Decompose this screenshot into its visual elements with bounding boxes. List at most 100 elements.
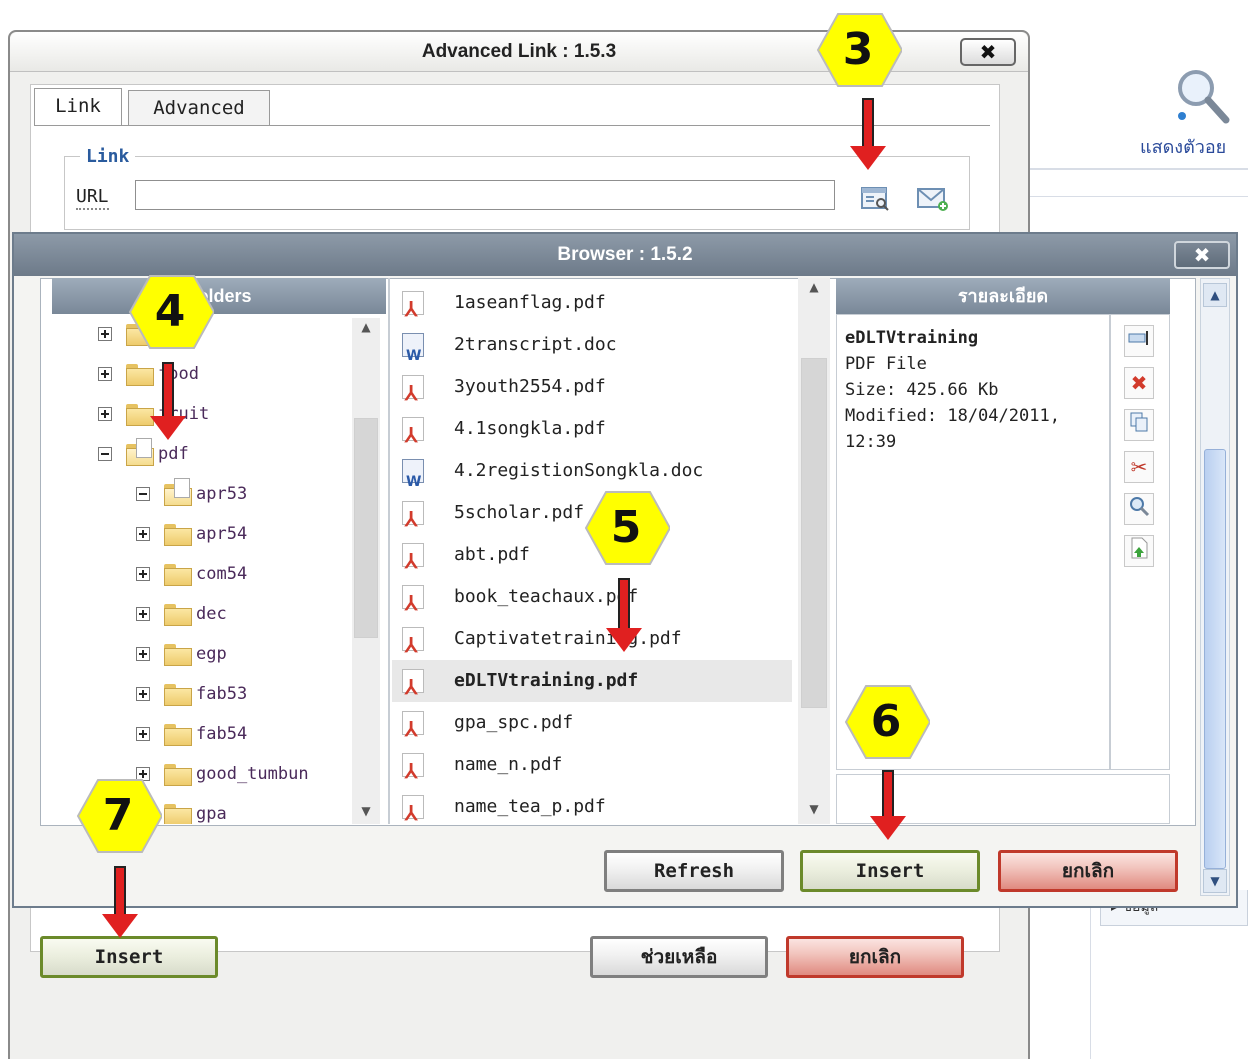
detail-file-type: PDF File	[845, 354, 927, 374]
file-row[interactable]: book_teachaux.pdf	[392, 576, 792, 624]
callout-4: 4	[126, 272, 216, 356]
scroll-thumb[interactable]	[354, 418, 378, 638]
folder-icon	[126, 364, 154, 386]
pdf-file-icon	[402, 582, 424, 624]
callout-label: 4	[154, 286, 186, 337]
tree-folder[interactable]: food	[52, 354, 348, 394]
browse-server-icon[interactable]	[860, 186, 890, 212]
expand-icon[interactable]	[136, 727, 150, 741]
expand-icon[interactable]	[98, 327, 112, 341]
scroll-thumb[interactable]	[801, 358, 827, 708]
word-file-icon	[402, 459, 424, 503]
scroll-up-arrow[interactable]: ▲	[352, 320, 380, 334]
file-row[interactable]: name_n.pdf	[392, 744, 792, 792]
pdf-file-icon	[402, 498, 424, 540]
callout-label: 5	[610, 502, 642, 553]
folder-icon	[164, 644, 192, 666]
browser-title[interactable]: Browser : 1.5.2	[14, 234, 1236, 276]
file-name: 4.2registionSongkla.doc	[454, 460, 704, 481]
browser-insert-button[interactable]: Insert	[800, 850, 980, 892]
tab-divider	[34, 125, 990, 126]
url-input[interactable]	[135, 180, 835, 210]
pdf-file-icon	[402, 792, 424, 826]
file-row[interactable]: eDLTVtraining.pdf	[392, 660, 792, 708]
scroll-up-arrow[interactable]: ▲	[1203, 283, 1227, 307]
refresh-button[interactable]: Refresh	[604, 850, 784, 892]
tree-folder[interactable]: egp	[52, 634, 348, 674]
pdf-file-icon	[402, 414, 424, 456]
close-button[interactable]: ✖	[960, 38, 1016, 66]
help-button[interactable]: ช่วยเหลือ	[590, 936, 768, 978]
details-header: รายละเอียด	[836, 278, 1170, 314]
cancel-link-button[interactable]: ยกเลิก	[786, 936, 964, 978]
search-icon[interactable]	[1172, 66, 1232, 126]
scroll-down-arrow[interactable]: ▼	[352, 804, 380, 818]
scroll-up-arrow[interactable]: ▲	[798, 280, 830, 294]
file-row[interactable]: name_tea_p.pdf	[392, 786, 792, 826]
scroll-thumb[interactable]	[1204, 449, 1226, 869]
collapse-icon[interactable]	[98, 447, 112, 461]
tab-advanced[interactable]: Advanced	[128, 90, 270, 126]
folder-icon	[164, 604, 192, 626]
folder-icon	[164, 804, 192, 824]
file-name: name_tea_p.pdf	[454, 796, 606, 817]
expand-icon[interactable]	[98, 367, 112, 381]
tree-folder[interactable]: com54	[52, 554, 348, 594]
expand-icon[interactable]	[98, 407, 112, 421]
folders-scrollbar[interactable]: ▲ ▼	[352, 318, 380, 824]
email-link-icon[interactable]	[916, 186, 950, 212]
file-row[interactable]: 2transcript.doc	[392, 324, 792, 377]
collapse-icon[interactable]	[136, 487, 150, 501]
tree-folder[interactable]: apr53	[52, 474, 348, 514]
callout-3: 3	[814, 10, 904, 94]
tree-folder[interactable]: fruit	[52, 394, 348, 434]
dialog-scrollbar[interactable]: ▲ ▼	[1200, 278, 1230, 896]
arrow-down-icon	[870, 770, 906, 842]
cut-icon[interactable]: ✂	[1124, 451, 1154, 483]
insert-link-button[interactable]: Insert	[40, 936, 218, 978]
tree-folder[interactable]: fab54	[52, 714, 348, 754]
tree-folder-label: pdf	[158, 444, 189, 464]
delete-icon[interactable]: ✖	[1124, 367, 1154, 399]
tree-folder[interactable]: apr54	[52, 514, 348, 554]
tree-folder-label: com54	[196, 564, 248, 584]
tree-folder[interactable]: dec	[52, 594, 348, 634]
file-name: name_n.pdf	[454, 754, 563, 775]
file-name: 5scholar.pdf	[454, 502, 585, 523]
browser-close-button[interactable]: ✖	[1174, 241, 1230, 269]
file-row[interactable]: 3youth2554.pdf	[392, 366, 792, 414]
preview-icon[interactable]	[1124, 493, 1154, 525]
folder-icon	[126, 404, 154, 426]
rename-icon[interactable]	[1124, 325, 1154, 357]
expand-icon[interactable]	[136, 687, 150, 701]
tree-folder[interactable]: fab53	[52, 674, 348, 714]
tree-folder-label: fab53	[196, 684, 248, 704]
file-name: Captivatetraining.pdf	[454, 628, 682, 649]
scroll-down-arrow[interactable]: ▼	[1203, 869, 1227, 893]
browser-cancel-button[interactable]: ยกเลิก	[998, 850, 1178, 892]
file-name: 3youth2554.pdf	[454, 376, 606, 397]
expand-icon[interactable]	[136, 647, 150, 661]
file-row[interactable]: Captivatetraining.pdf	[392, 618, 792, 666]
expand-icon[interactable]	[136, 567, 150, 581]
file-row[interactable]: gpa_spc.pdf	[392, 702, 792, 750]
detail-modified: Modified: 18/04/2011,	[845, 406, 1060, 426]
callout-label: 3	[842, 24, 874, 75]
expand-icon[interactable]	[136, 527, 150, 541]
expand-icon[interactable]	[136, 607, 150, 621]
search-preview-link[interactable]: แสดงตัวอย	[1140, 132, 1226, 161]
copy-icon[interactable]	[1124, 409, 1154, 441]
file-row[interactable]: 4.2registionSongkla.doc	[392, 450, 792, 503]
file-row[interactable]: 4.1songkla.pdf	[392, 408, 792, 456]
callout-label: 6	[870, 696, 902, 747]
scroll-down-arrow[interactable]: ▼	[798, 802, 830, 816]
upload-icon[interactable]	[1124, 535, 1154, 567]
file-row[interactable]: 1aseanflag.pdf	[392, 282, 792, 330]
tab-link[interactable]: Link	[34, 88, 122, 126]
tree-folder[interactable]: pdf	[52, 434, 348, 474]
files-scrollbar[interactable]: ▲ ▼	[798, 278, 830, 824]
pdf-file-icon	[402, 708, 424, 750]
tree-folder-label: egp	[196, 644, 227, 664]
divider	[1030, 196, 1248, 197]
file-name: eDLTVtraining.pdf	[454, 670, 639, 691]
